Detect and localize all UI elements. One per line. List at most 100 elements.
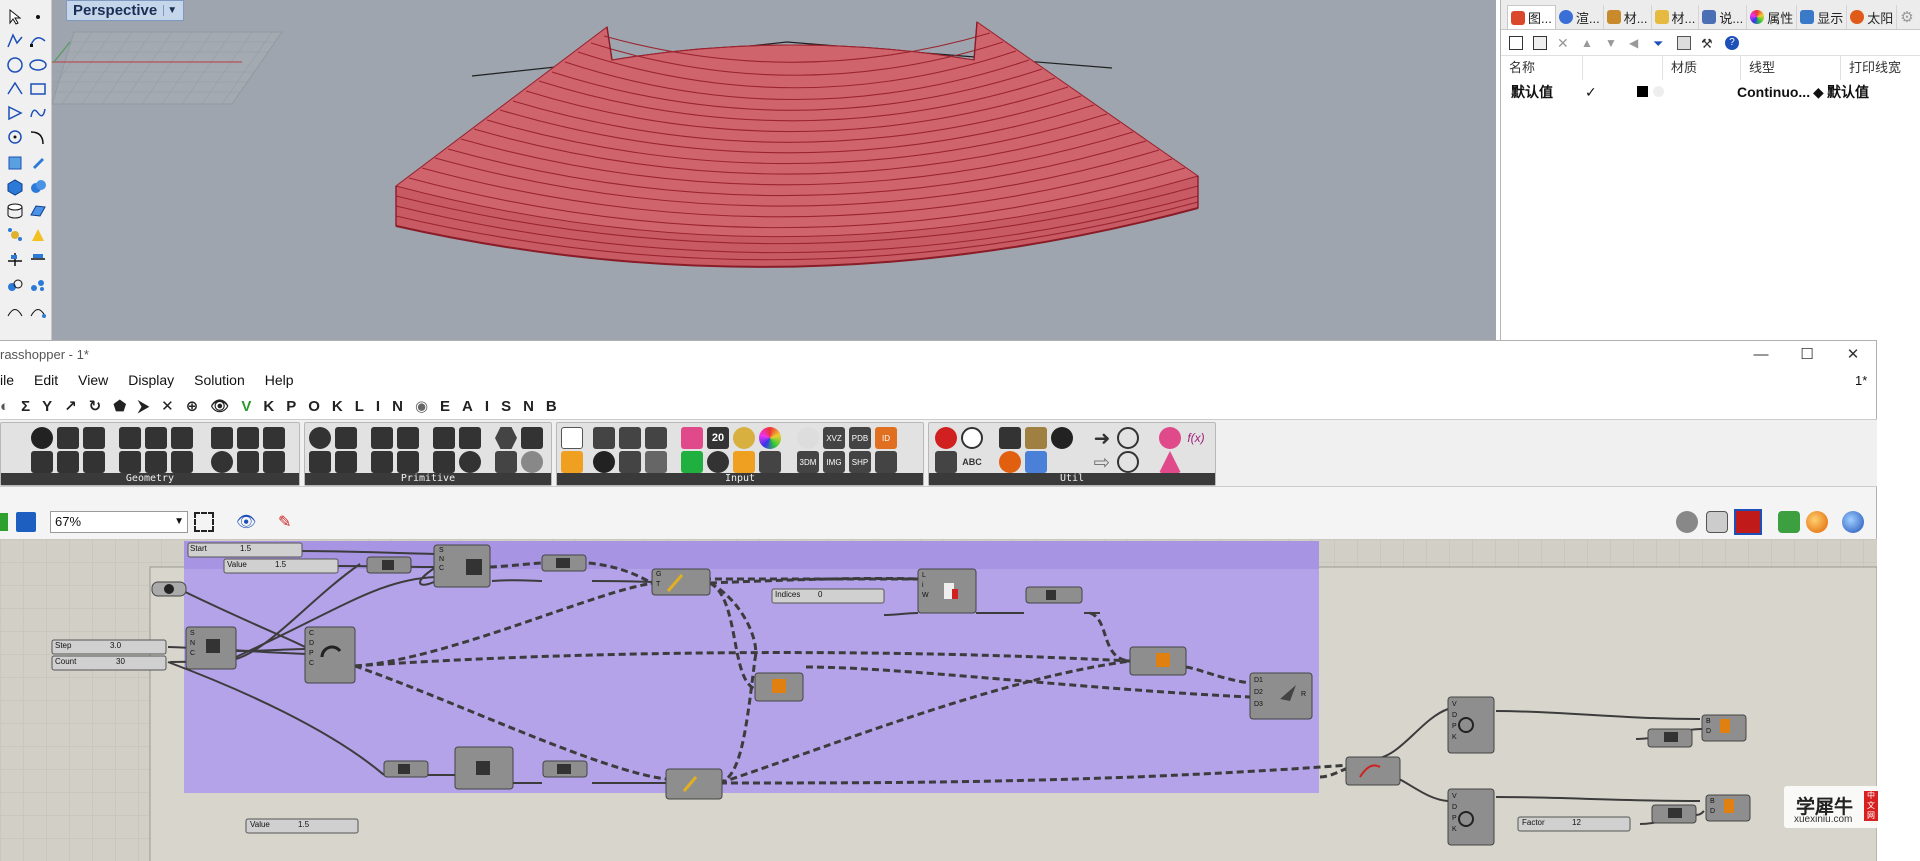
layer-material-swatch[interactable] (1653, 86, 1664, 97)
toggle-icon[interactable] (593, 451, 615, 473)
tab-i2[interactable]: I (479, 398, 495, 415)
tab-special[interactable]: ◉ (409, 397, 434, 415)
cluster-icon[interactable] (961, 427, 983, 449)
flask-icon[interactable] (1159, 451, 1181, 473)
tab-i1[interactable]: I (370, 398, 386, 415)
maximize-button[interactable]: ☐ (1784, 341, 1830, 367)
boolean-param-icon[interactable] (309, 427, 331, 449)
colour-swatch-icon[interactable] (681, 427, 703, 449)
tab-k1[interactable]: K (257, 398, 280, 415)
split-icon[interactable] (4, 248, 26, 270)
xyz-icon[interactable]: XVZ (823, 427, 845, 449)
gradient-wheel-icon[interactable] (733, 427, 755, 449)
move-parent-icon[interactable]: ◀ (1629, 36, 1643, 50)
delete-layer-icon[interactable]: ✕ (1557, 36, 1571, 50)
bezier-icon[interactable] (759, 451, 781, 473)
selected-preview-icon[interactable] (1778, 511, 1800, 533)
panel-icon[interactable] (645, 427, 667, 449)
menu-help[interactable]: Help (255, 372, 304, 388)
culture-param-icon[interactable] (459, 427, 481, 449)
col-name[interactable]: 名称 (1501, 56, 1583, 80)
tab-curve[interactable]: ↻ (83, 397, 108, 415)
filter-icon[interactable]: ⏷ (1653, 36, 1667, 51)
tab-k2[interactable]: K (326, 398, 349, 415)
sketch-icon[interactable]: ✎ (278, 512, 300, 532)
polyline-icon[interactable] (4, 30, 26, 52)
brep-param-icon[interactable] (119, 427, 141, 449)
list-icon[interactable] (619, 451, 641, 473)
surface-param-icon[interactable] (83, 427, 105, 449)
tools-icon[interactable]: ⚒ (1701, 36, 1715, 51)
boolean-icon[interactable] (27, 224, 49, 246)
eye-icon[interactable] (797, 427, 819, 449)
digit-scroller-icon[interactable] (681, 451, 703, 473)
tab-a[interactable]: A (456, 398, 479, 415)
number-param-icon[interactable] (371, 427, 393, 449)
transform-icon[interactable] (4, 152, 26, 174)
save-icon[interactable] (16, 512, 36, 532)
data-param-icon[interactable] (495, 427, 517, 449)
id-tag-icon[interactable]: ID (875, 427, 897, 449)
tab-e[interactable]: E (434, 398, 456, 415)
select-arrow-icon[interactable] (4, 6, 26, 28)
tab-b[interactable]: B (540, 398, 563, 415)
arrow-right-icon[interactable]: ➜ (1091, 427, 1113, 450)
preview-eye-icon[interactable]: 👁 (236, 512, 258, 532)
mesh-face-icon[interactable] (171, 451, 193, 473)
layer-linetype[interactable]: Continuo... (1737, 80, 1810, 104)
cherry-icon[interactable] (935, 427, 957, 449)
point-icon[interactable] (27, 6, 49, 28)
arrow-right-outline-icon[interactable]: ⇨ (1091, 451, 1113, 474)
box-icon[interactable] (4, 176, 26, 198)
receiver-param-icon[interactable] (495, 451, 517, 473)
matrix-input-icon[interactable] (645, 451, 667, 473)
perspective-viewport[interactable]: Perspective ▼ (52, 0, 1496, 340)
colour-param-icon[interactable] (397, 427, 419, 449)
download-icon[interactable] (561, 427, 583, 449)
zoom-dropdown[interactable]: 67% ▼ (50, 511, 188, 533)
id-param-icon[interactable] (433, 451, 455, 473)
domain-param-icon[interactable] (397, 451, 419, 473)
slider-value-1-value[interactable]: 1.5 (275, 560, 286, 569)
tab-sets[interactable]: Y (36, 398, 58, 415)
tab-n2[interactable]: N (517, 398, 540, 415)
bake-icon[interactable] (999, 451, 1021, 473)
vector-param-icon[interactable] (237, 451, 259, 473)
copy-icon[interactable] (1677, 35, 1691, 50)
search-icon[interactable] (1117, 427, 1139, 449)
new-sublayer-icon[interactable] (1533, 35, 1547, 50)
3dm-icon[interactable]: 3DM (797, 451, 819, 473)
circle-geometry-icon[interactable] (31, 427, 53, 449)
tab-render[interactable]: 渲... (1556, 5, 1604, 29)
chevron-down-icon[interactable]: ▼ (163, 5, 177, 16)
col-linetype[interactable]: 线型 (1741, 56, 1841, 80)
tab-l[interactable]: L (349, 398, 370, 415)
layer-icon[interactable] (27, 274, 49, 296)
slider-factor-1-value[interactable]: 12 (1572, 818, 1581, 827)
graph-mapper-icon[interactable] (619, 427, 641, 449)
chart-input-icon[interactable] (561, 451, 583, 473)
tab-maths[interactable]: Σ (15, 398, 36, 415)
gh-canvas[interactable]: Start 1.5 Value 1.5 Step 3.0 Count 30 Va… (0, 539, 1877, 861)
settings-gear[interactable]: ⚙ (1897, 5, 1916, 29)
slider-step-value[interactable]: 3.0 (110, 641, 121, 650)
curve-param-icon[interactable] (57, 427, 79, 449)
group-param-icon[interactable] (211, 427, 233, 449)
shp-icon[interactable]: SHP (849, 451, 871, 473)
layer-current-check[interactable]: ✓ (1585, 80, 1597, 104)
tab-transform[interactable]: ⊕ (180, 397, 205, 415)
wireframe-icon[interactable] (1706, 511, 1728, 533)
tab-n1[interactable]: N (386, 398, 409, 415)
circle-icon[interactable] (4, 54, 26, 76)
point-param-icon[interactable] (83, 451, 105, 473)
no-entry-icon[interactable] (1117, 451, 1139, 473)
tab-layers[interactable]: 图... (1507, 5, 1556, 29)
calendar-icon[interactable]: 20 (707, 427, 729, 449)
cylinder-icon[interactable] (4, 200, 26, 222)
field-param-icon[interactable] (171, 427, 193, 449)
gate-icon[interactable] (1051, 427, 1073, 449)
pdb-icon[interactable]: PDB (849, 427, 871, 449)
matrix-param-icon[interactable] (459, 451, 481, 473)
material-preview-icon[interactable] (1806, 511, 1828, 533)
twisted-box-icon[interactable] (145, 451, 167, 473)
